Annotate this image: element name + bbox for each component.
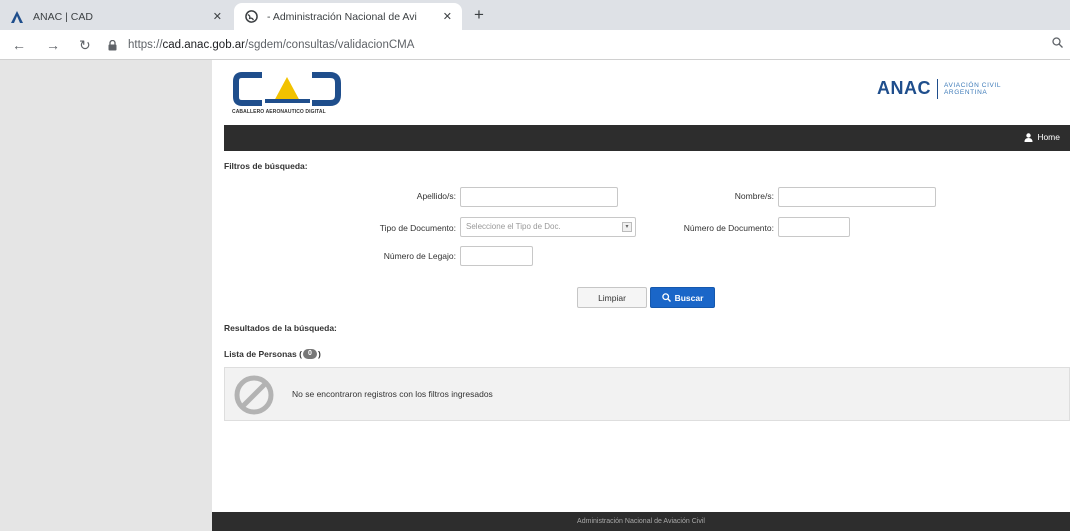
nombre-input[interactable] [778,187,936,207]
num-doc-input[interactable] [778,217,850,237]
back-arrow-icon[interactable]: ← [12,37,26,53]
tipo-doc-select[interactable]: Seleccione el Tipo de Doc. ▾ [460,217,636,237]
tab-title: ANAC | CAD [33,10,93,23]
close-icon[interactable]: ✕ [443,10,452,23]
zoom-magnifier-icon[interactable] [1052,37,1063,51]
search-icon [661,293,671,302]
user-icon [1024,132,1033,142]
legajo-input[interactable] [460,246,533,266]
nombre-label: Nombre/s: [734,191,774,201]
cad-logo-tagline: CABALLERO AERONAUTICO DIGITAL [232,109,326,115]
cad-logo[interactable]: CABALLERO AERONAUTICO DIGITAL [232,70,342,120]
apellido-label: Apellido/s: [416,191,456,201]
anac-logo[interactable]: ANAC AVIACIÓN CIVIL ARGENTINA [877,78,1001,99]
num-doc-label: Número de Documento: [683,223,774,233]
anac-divider [937,78,938,99]
persons-list-text-end: ) [317,349,321,359]
page-footer: Administración Nacional de Aviación Civi… [212,512,1070,531]
url-scheme: https:// [128,39,163,51]
persons-list-label: Lista de Personas (0) [224,349,321,359]
persons-list-text: Lista de Personas ( [224,349,302,359]
anac-logo-icon [10,10,24,24]
results-heading: Resultados de la búsqueda: [224,323,337,333]
tipo-doc-label: Tipo de Documento: [379,223,456,233]
lock-icon [108,39,122,51]
legajo-label: Número de Legajo: [383,251,456,261]
page-content: CABALLERO AERONAUTICO DIGITAL ANAC AVIAC… [212,60,1070,531]
clear-button-label: Limpiar [598,292,626,303]
browser-tab-strip: ANAC | CAD ✕ - Administración Nacional d… [0,0,1070,30]
tab-title: - Administración Nacional de Avi [267,10,417,23]
anac-sub-line1: AVIACIÓN CIVIL [944,81,1002,89]
url-host: cad.anac.gob.ar [162,39,246,51]
home-label: Home [1037,132,1060,142]
reload-icon[interactable]: ↻ [79,37,91,54]
home-link[interactable]: Home [1024,132,1060,142]
anac-sub-line2: ARGENTINA [944,88,988,96]
new-tab-button[interactable]: + [474,5,484,25]
cad-logo-mark [233,72,341,106]
chevron-down-icon: ▾ [622,222,632,232]
anac-mark: ANAC [877,78,931,98]
search-button-label: Buscar [674,292,704,303]
top-navbar: Home [224,125,1070,151]
apellido-input[interactable] [460,187,618,207]
empty-results-panel: No se encontraron registros con los filt… [224,367,1070,421]
browser-tab-administracion[interactable]: - Administración Nacional de Avi ✕ [234,3,462,30]
forward-arrow-icon[interactable]: → [46,37,60,53]
url-field[interactable]: https://cad.anac.gob.ar/sgdem/consultas/… [108,34,1063,56]
close-icon[interactable]: ✕ [213,10,222,23]
url-path: /sgdem/consultas/validacionCMA [245,39,415,51]
anac-subtitle: AVIACIÓN CIVIL ARGENTINA [944,82,1001,96]
filters-heading: Filtros de búsqueda: [224,161,308,171]
no-results-icon [233,374,275,421]
empty-results-message: No se encontraron registros con los filt… [292,389,493,399]
tipo-doc-selected: Seleccione el Tipo de Doc. [466,222,561,231]
globe-icon [244,10,258,24]
result-count-badge: 0 [302,349,317,359]
browser-address-bar: ← → ↻ https://cad.anac.gob.ar/sgdem/cons… [0,30,1070,60]
search-button[interactable]: Buscar [650,287,715,308]
left-gray-pane [0,60,212,531]
clear-button[interactable]: Limpiar [577,287,647,308]
browser-tab-anac-cad[interactable]: ANAC | CAD ✕ [0,3,232,30]
